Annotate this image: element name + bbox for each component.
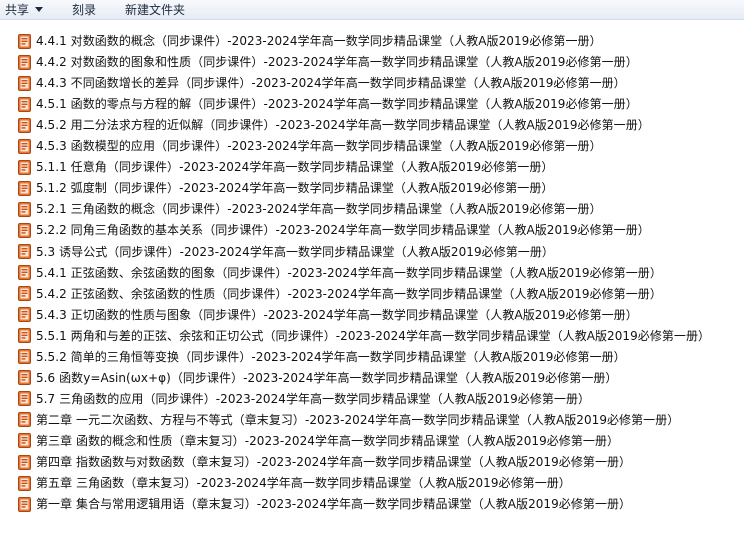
file-name: 5.1.1 任意角（同步课件）-2023-2024学年高一数学同步精品课堂（人教… bbox=[36, 160, 554, 175]
file-name: 第五章 三角函数（章末复习）-2023-2024学年高一数学同步精品课堂（人教A… bbox=[36, 476, 571, 491]
toolbar: 共享 刻录 新建文件夹 bbox=[0, 0, 744, 20]
powerpoint-file-icon bbox=[18, 54, 31, 70]
file-list-item[interactable]: 5.1.2 弧度制（同步课件）-2023-2024学年高一数学同步精品课堂（人教… bbox=[18, 178, 553, 198]
powerpoint-file-icon bbox=[18, 412, 31, 428]
powerpoint-file-icon bbox=[18, 201, 31, 217]
file-list-item[interactable]: 4.5.1 函数的零点与方程的解（同步课件）-2023-2024学年高一数学同步… bbox=[18, 94, 638, 114]
file-name: 第一章 集合与常用逻辑用语（章末复习）-2023-2024学年高一数学同步精品课… bbox=[36, 497, 632, 512]
new-folder-button[interactable]: 新建文件夹 bbox=[125, 0, 185, 20]
share-button[interactable]: 共享 bbox=[0, 0, 72, 20]
file-list-item[interactable]: 5.4.2 正弦函数、余弦函数的性质（同步课件）-2023-2024学年高一数学… bbox=[18, 284, 662, 304]
file-list-item[interactable]: 4.4.3 不同函数增长的差异（同步课件）-2023-2024学年高一数学同步精… bbox=[18, 73, 626, 93]
powerpoint-file-icon bbox=[18, 75, 31, 91]
powerpoint-file-icon bbox=[18, 433, 31, 449]
file-list-item[interactable]: 5.6 函数y=Asin(ωx+φ)（同步课件）-2023-2024学年高一数学… bbox=[18, 368, 617, 388]
powerpoint-file-icon bbox=[18, 117, 31, 133]
file-list-item[interactable]: 5.2.1 三角函数的概念（同步课件）-2023-2024学年高一数学同步精品课… bbox=[18, 199, 602, 219]
new-folder-label: 新建文件夹 bbox=[125, 2, 186, 17]
file-list-item[interactable]: 4.4.1 对数函数的概念（同步课件）-2023-2024学年高一数学同步精品课… bbox=[18, 31, 602, 51]
powerpoint-file-icon bbox=[18, 454, 31, 470]
powerpoint-file-icon bbox=[18, 222, 31, 238]
file-list-item[interactable]: 第一章 集合与常用逻辑用语（章末复习）-2023-2024学年高一数学同步精品课… bbox=[18, 494, 631, 514]
file-name: 4.4.2 对数函数的图象和性质（同步课件）-2023-2024学年高一数学同步… bbox=[36, 55, 638, 70]
file-list-item[interactable]: 5.5.2 简单的三角恒等变换（同步课件）-2023-2024学年高一数学同步精… bbox=[18, 347, 626, 367]
file-list-item[interactable]: 4.5.2 用二分法求方程的近似解（同步课件）-2023-2024学年高一数学同… bbox=[18, 115, 650, 135]
powerpoint-file-icon bbox=[18, 496, 31, 512]
file-list-item[interactable]: 4.4.2 对数函数的图象和性质（同步课件）-2023-2024学年高一数学同步… bbox=[18, 52, 638, 72]
file-name: 4.4.3 不同函数增长的差异（同步课件）-2023-2024学年高一数学同步精… bbox=[36, 76, 626, 91]
file-list-item[interactable]: 5.5.1 两角和与差的正弦、余弦和正切公式（同步课件）-2023-2024学年… bbox=[18, 326, 710, 346]
file-name: 5.3 诱导公式（同步课件）-2023-2024学年高一数学同步精品课堂（人教A… bbox=[36, 244, 554, 259]
powerpoint-file-icon bbox=[18, 391, 31, 407]
file-list: 4.4.1 对数函数的概念（同步课件）-2023-2024学年高一数学同步精品课… bbox=[0, 21, 744, 546]
file-name: 5.5.2 简单的三角恒等变换（同步课件）-2023-2024学年高一数学同步精… bbox=[36, 349, 626, 364]
file-list-item[interactable]: 5.7 三角函数的应用（同步课件）-2023-2024学年高一数学同步精品课堂（… bbox=[18, 389, 590, 409]
powerpoint-file-icon bbox=[18, 475, 31, 491]
powerpoint-file-icon bbox=[18, 265, 31, 281]
powerpoint-file-icon bbox=[18, 180, 31, 196]
file-name: 5.4.3 正切函数的性质与图象（同步课件）-2023-2024学年高一数学同步… bbox=[36, 307, 638, 322]
file-name: 5.6 函数y=Asin(ωx+φ)（同步课件）-2023-2024学年高一数学… bbox=[36, 370, 618, 385]
powerpoint-file-icon bbox=[18, 244, 31, 259]
file-name: 5.5.1 两角和与差的正弦、余弦和正切公式（同步课件）-2023-2024学年… bbox=[36, 328, 711, 343]
powerpoint-file-icon bbox=[18, 328, 31, 344]
powerpoint-file-icon bbox=[18, 159, 31, 175]
file-name: 第二章 一元二次函数、方程与不等式（章末复习）-2023-2024学年高一数学同… bbox=[36, 412, 680, 427]
file-list-item[interactable]: 4.5.3 函数模型的应用（同步课件）-2023-2024学年高一数学同步精品课… bbox=[18, 136, 602, 156]
burn-label: 刻录 bbox=[72, 2, 97, 17]
file-list-item[interactable]: 5.4.3 正切函数的性质与图象（同步课件）-2023-2024学年高一数学同步… bbox=[18, 305, 638, 325]
file-name: 5.1.2 弧度制（同步课件）-2023-2024学年高一数学同步精品课堂（人教… bbox=[36, 181, 554, 196]
file-name: 5.7 三角函数的应用（同步课件）-2023-2024学年高一数学同步精品课堂（… bbox=[36, 391, 591, 406]
file-list-item[interactable]: 第四章 指数函数与对数函数（章末复习）-2023-2024学年高一数学同步精品课… bbox=[18, 452, 631, 472]
file-name: 5.4.2 正弦函数、余弦函数的性质（同步课件）-2023-2024学年高一数学… bbox=[36, 286, 662, 301]
burn-button[interactable]: 刻录 bbox=[72, 0, 125, 20]
file-list-item[interactable]: 5.1.1 任意角（同步课件）-2023-2024学年高一数学同步精品课堂（人教… bbox=[18, 157, 553, 177]
powerpoint-file-icon bbox=[18, 286, 31, 302]
powerpoint-file-icon bbox=[18, 307, 31, 323]
file-list-item[interactable]: 5.3 诱导公式（同步课件）-2023-2024学年高一数学同步精品课堂（人教A… bbox=[18, 242, 554, 262]
file-list-item[interactable]: 第五章 三角函数（章末复习）-2023-2024学年高一数学同步精品课堂（人教A… bbox=[18, 473, 571, 493]
powerpoint-file-icon bbox=[18, 370, 31, 386]
file-name: 4.5.1 函数的零点与方程的解（同步课件）-2023-2024学年高一数学同步… bbox=[36, 97, 638, 112]
file-name: 5.2.1 三角函数的概念（同步课件）-2023-2024学年高一数学同步精品课… bbox=[36, 202, 602, 217]
file-list-item[interactable]: 第三章 函数的概念和性质（章末复习）-2023-2024学年高一数学同步精品课堂… bbox=[18, 431, 619, 451]
file-name: 第三章 函数的概念和性质（章末复习）-2023-2024学年高一数学同步精品课堂… bbox=[36, 433, 620, 448]
powerpoint-file-icon bbox=[18, 96, 31, 112]
file-list-item[interactable]: 5.2.2 同角三角函数的基本关系（同步课件）-2023-2024学年高一数学同… bbox=[18, 220, 650, 240]
powerpoint-file-icon bbox=[18, 349, 31, 365]
file-list-item[interactable]: 第二章 一元二次函数、方程与不等式（章末复习）-2023-2024学年高一数学同… bbox=[18, 410, 679, 430]
file-name: 4.4.1 对数函数的概念（同步课件）-2023-2024学年高一数学同步精品课… bbox=[36, 34, 602, 48]
powerpoint-file-icon bbox=[18, 138, 31, 154]
file-name: 第四章 指数函数与对数函数（章末复习）-2023-2024学年高一数学同步精品课… bbox=[36, 455, 632, 469]
file-name: 5.4.1 正弦函数、余弦函数的图象（同步课件）-2023-2024学年高一数学… bbox=[36, 265, 662, 280]
file-name: 5.2.2 同角三角函数的基本关系（同步课件）-2023-2024学年高一数学同… bbox=[36, 223, 650, 238]
file-list-item[interactable]: 5.4.1 正弦函数、余弦函数的图象（同步课件）-2023-2024学年高一数学… bbox=[18, 263, 662, 283]
chevron-down-icon bbox=[35, 7, 44, 12]
file-name: 4.5.3 函数模型的应用（同步课件）-2023-2024学年高一数学同步精品课… bbox=[36, 139, 602, 154]
powerpoint-file-icon bbox=[18, 33, 31, 49]
file-name: 4.5.2 用二分法求方程的近似解（同步课件）-2023-2024学年高一数学同… bbox=[36, 118, 650, 133]
share-label: 共享 bbox=[5, 2, 30, 17]
